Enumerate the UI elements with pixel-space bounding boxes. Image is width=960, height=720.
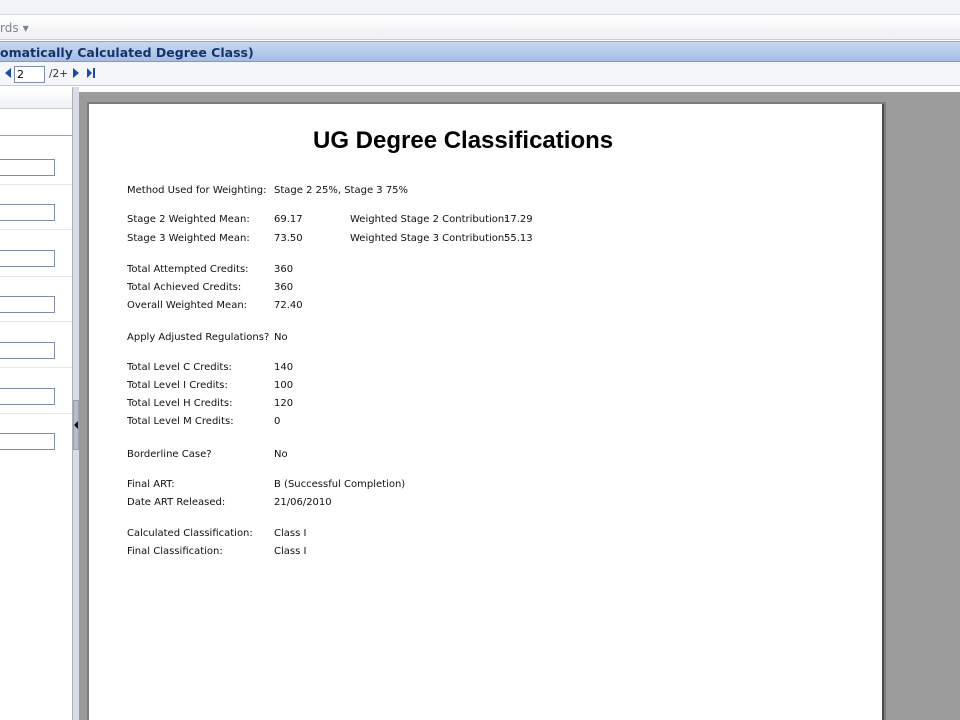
parameter-panel-subheader [0,109,72,136]
overall-mean-value: 72.40 [274,300,303,311]
parameter-input-5[interactable] [0,342,55,359]
report-toolbar: /2+ [0,62,960,86]
level-h-credits-value: 120 [274,398,294,409]
chevron-down-icon: ▼ [22,24,29,33]
adjusted-regulations-value: No [274,332,288,343]
stage2-contribution-value: 17.29 [504,214,533,225]
level-i-credits-label: Total Level I Credits: [127,380,228,391]
page-number-input[interactable] [14,66,45,83]
stage2-contribution-label: Weighted Stage 2 Contribution: [350,214,508,225]
attempted-credits-label: Total Attempted Credits: [127,264,249,275]
borderline-case-value: No [274,449,288,460]
menu-item-label: rds [0,21,19,35]
attempted-credits-value: 360 [274,264,294,275]
achieved-credits-label: Total Achieved Credits: [127,282,242,293]
borderline-case-label: Borderline Case? [127,449,212,460]
parameter-input-1[interactable] [0,159,55,176]
window-title: omatically Calculated Degree Class) [0,45,254,60]
divider [0,321,72,322]
next-page-icon[interactable] [73,68,79,78]
overall-mean-label: Overall Weighted Mean: [127,300,248,311]
method-label: Method Used for Weighting: [127,185,267,196]
divider [0,184,72,185]
report-title: UG Degree Classifications [313,127,614,154]
parameter-panel-header [0,91,72,109]
stage3-mean-label: Stage 3 Weighted Mean: [127,233,250,244]
parameter-panel [0,87,73,720]
parameter-input-4[interactable] [0,296,55,313]
stage3-contribution-value: 55.13 [504,233,533,244]
art-date-label: Date ART Released: [127,497,226,508]
divider [0,229,72,230]
top-strip [0,0,960,14]
page-total: /2+ [49,68,69,80]
parameter-input-3[interactable] [0,250,55,267]
level-i-credits-value: 100 [274,380,294,391]
art-date-value: 21/06/2010 [274,497,332,508]
final-classification-label: Final Classification: [127,546,223,557]
divider [0,413,72,414]
level-c-credits-label: Total Level C Credits: [127,362,232,373]
report-page [89,104,884,720]
calculated-classification-label: Calculated Classification: [127,528,253,539]
parameter-input-7[interactable] [0,433,55,450]
method-value: Stage 2 25%, Stage 3 75% [274,185,409,196]
stage2-mean-label: Stage 2 Weighted Mean: [127,214,250,225]
parameter-input-6[interactable] [0,388,55,405]
stage2-mean-value: 69.17 [274,214,303,225]
collapse-left-icon [74,421,78,429]
window-title-bar: omatically Calculated Degree Class) [0,41,960,62]
adjusted-regulations-label: Apply Adjusted Regulations? [127,332,270,343]
achieved-credits-value: 360 [274,282,294,293]
final-art-label: Final ART: [127,479,175,490]
stage3-contribution-label: Weighted Stage 3 Contribution: [350,233,508,244]
level-m-credits-value: 0 [274,416,281,427]
divider [0,276,72,277]
previous-page-icon[interactable] [5,68,11,78]
divider [0,367,72,368]
last-page-icon[interactable] [87,68,95,78]
parameter-input-2[interactable] [0,204,55,221]
final-classification-value: Class I [274,546,307,557]
final-art-value: B (Successful Completion) [274,479,406,490]
level-m-credits-label: Total Level M Credits: [127,416,234,427]
level-c-credits-value: 140 [274,362,294,373]
level-h-credits-label: Total Level H Credits: [127,398,233,409]
menu-bar: rds ▼ [0,14,960,40]
stage3-mean-value: 73.50 [274,233,303,244]
calculated-classification-value: Class I [274,528,307,539]
menu-item-reports[interactable]: rds ▼ [0,21,29,35]
report-viewer-top-edge [79,87,960,92]
